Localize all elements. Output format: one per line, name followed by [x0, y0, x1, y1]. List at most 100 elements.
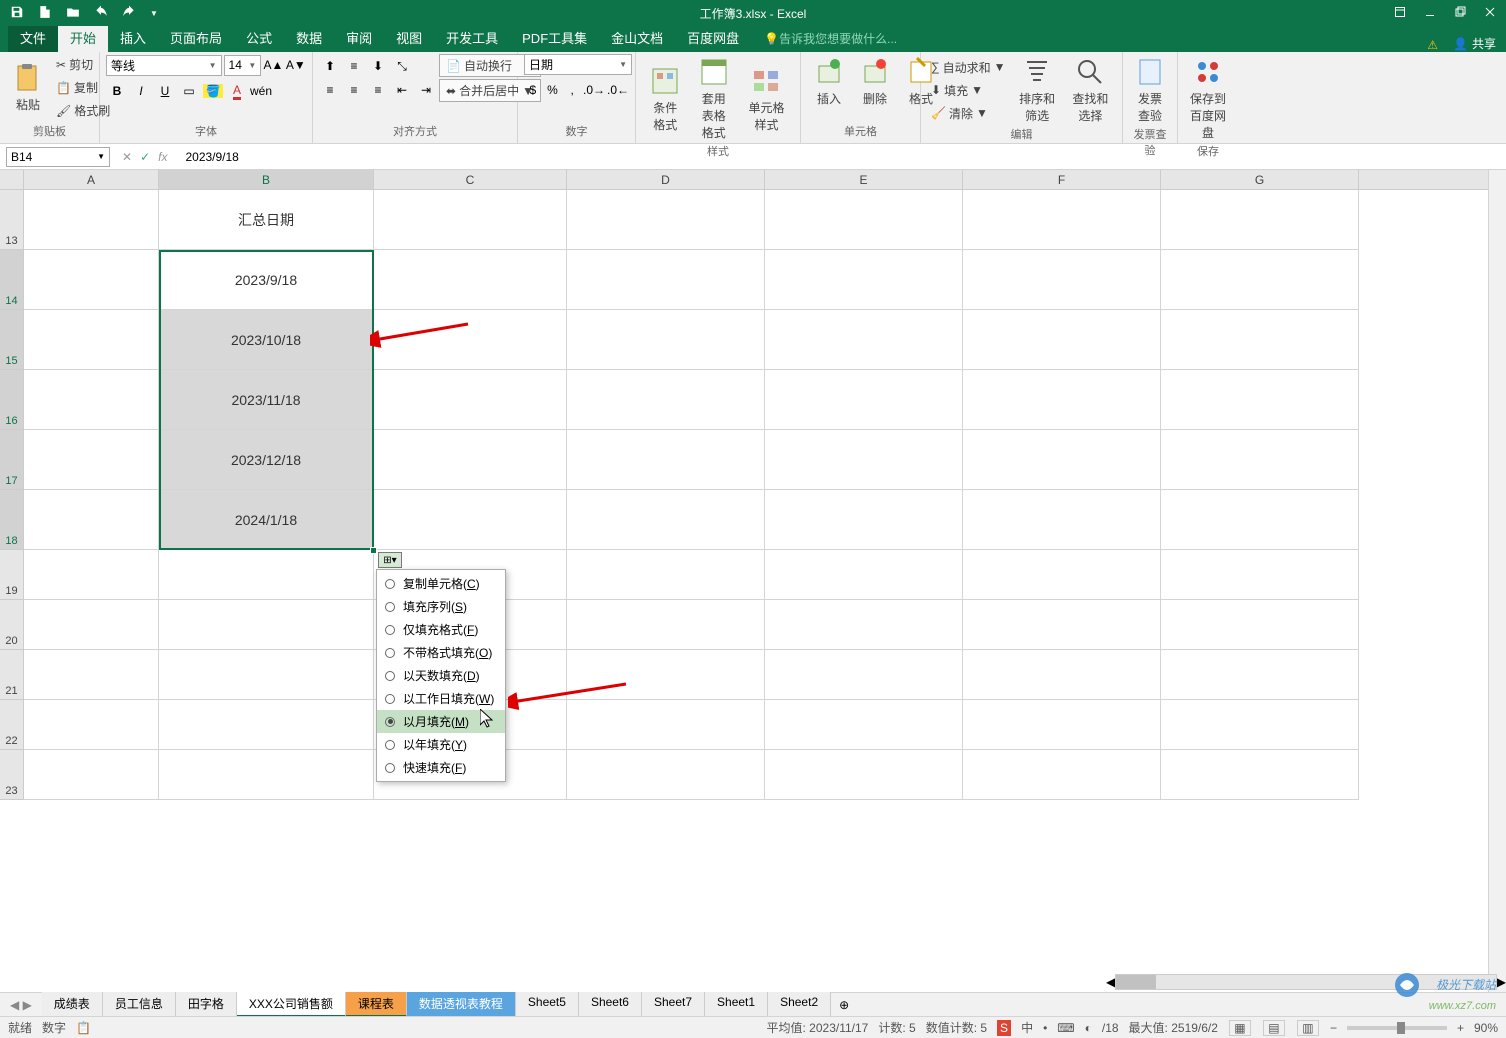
ribbon-options-icon[interactable] [1394, 6, 1406, 21]
tab-layout[interactable]: 页面布局 [158, 23, 234, 52]
sheet-tab[interactable]: XXX公司销售额 [237, 992, 346, 1017]
fill-handle[interactable] [370, 547, 377, 554]
insert-cells-button[interactable]: 插入 [807, 54, 851, 109]
cell-B15[interactable]: 2023/10/18 [159, 310, 374, 370]
sheet-tab[interactable]: Sheet5 [516, 992, 579, 1017]
underline-button[interactable]: U [154, 80, 176, 102]
paste-button[interactable]: 粘贴 [6, 60, 50, 115]
row-header[interactable]: 16 [0, 370, 24, 430]
row-header[interactable]: 15 [0, 310, 24, 370]
tab-review[interactable]: 审阅 [334, 23, 384, 52]
number-format-combo[interactable]: 日期▼ [524, 54, 632, 75]
fx-icon[interactable]: fx [158, 150, 167, 164]
row-header[interactable]: 18 [0, 490, 24, 550]
zoom-slider[interactable] [1347, 1026, 1447, 1030]
row-header[interactable]: 14 [0, 250, 24, 310]
cell-B18[interactable]: 2024/1/18 [159, 490, 374, 550]
row-header[interactable]: 17 [0, 430, 24, 490]
cell-B13[interactable]: 汇总日期 [159, 190, 374, 250]
tab-wps[interactable]: 金山文档 [599, 23, 675, 52]
tab-view[interactable]: 视图 [384, 23, 434, 52]
conditional-format-button[interactable]: 条件格式 [642, 63, 688, 135]
sheet-tab[interactable]: 数据透视表教程 [407, 992, 516, 1017]
zoom-in-button[interactable]: + [1457, 1021, 1464, 1035]
new-icon[interactable] [38, 5, 52, 22]
ime-keyboard-icon[interactable]: ⌨ [1057, 1021, 1074, 1035]
comma-icon[interactable]: , [563, 79, 581, 101]
cell-B17[interactable]: 2023/12/18 [159, 430, 374, 490]
table-format-button[interactable]: 套用 表格格式 [690, 54, 736, 143]
minimize-icon[interactable] [1424, 6, 1436, 21]
tab-formulas[interactable]: 公式 [234, 23, 284, 52]
tell-me-box[interactable]: 💡 告诉我您想要做什么... [759, 25, 902, 52]
baidu-save-button[interactable]: 保存到 百度网盘 [1184, 54, 1232, 143]
enter-formula-icon[interactable]: ✓ [140, 150, 150, 164]
align-bottom-icon[interactable]: ⬇ [367, 55, 389, 77]
tab-developer[interactable]: 开发工具 [434, 23, 510, 52]
align-left-icon[interactable]: ≡ [319, 79, 341, 101]
sort-filter-button[interactable]: 排序和筛选 [1011, 54, 1062, 126]
sheet-tab[interactable]: 成绩表 [42, 992, 103, 1017]
row-header[interactable]: 22 [0, 700, 24, 750]
italic-button[interactable]: I [130, 80, 152, 102]
col-header-B[interactable]: B [159, 170, 374, 189]
sheet-nav[interactable]: ◀ ▶ [0, 998, 42, 1012]
share-button[interactable]: 👤 共享 [1453, 35, 1496, 52]
fill-button[interactable]: ⬇ 填充 ▼ [927, 80, 1009, 101]
open-icon[interactable] [66, 5, 80, 22]
clear-button[interactable]: 🧹 清除 ▼ [927, 103, 1009, 124]
col-header-D[interactable]: D [567, 170, 765, 189]
autofill-option-Y[interactable]: 以年填充(Y) [377, 733, 505, 756]
currency-icon[interactable]: $ [524, 79, 542, 101]
percent-icon[interactable]: % [544, 79, 562, 101]
row-header[interactable]: 21 [0, 650, 24, 700]
tab-file[interactable]: 文件 [8, 23, 58, 52]
row-header[interactable]: 20 [0, 600, 24, 650]
phonetic-button[interactable]: wén [250, 80, 272, 102]
col-header-G[interactable]: G [1161, 170, 1359, 189]
formula-input[interactable]: 2023/9/18 [177, 150, 1506, 164]
sheet-tab[interactable]: 员工信息 [103, 992, 176, 1017]
restore-icon[interactable] [1454, 6, 1466, 21]
zoom-out-button[interactable]: − [1330, 1021, 1337, 1035]
save-icon[interactable] [10, 5, 24, 22]
font-name-combo[interactable]: 等线▼ [106, 55, 222, 76]
bold-button[interactable]: B [106, 80, 128, 102]
cancel-formula-icon[interactable]: ✕ [122, 150, 132, 164]
autofill-option-F[interactable]: 快速填充(F) [377, 756, 505, 779]
sheet-tab[interactable]: Sheet7 [642, 992, 705, 1017]
autofill-options-button[interactable]: ⊞▾ [378, 552, 402, 568]
qat-dropdown-icon[interactable]: ▼ [150, 9, 158, 18]
font-size-combo[interactable]: 14▼ [224, 55, 262, 76]
row-header[interactable]: 19 [0, 550, 24, 600]
cell-B16[interactable]: 2023/11/18 [159, 370, 374, 430]
page-layout-view-button[interactable]: ▤ [1263, 1020, 1285, 1036]
tab-insert[interactable]: 插入 [108, 23, 158, 52]
name-box[interactable]: B14▼ [6, 147, 110, 167]
sheet-tab[interactable]: Sheet6 [579, 992, 642, 1017]
align-top-icon[interactable]: ⬆ [319, 55, 341, 77]
autofill-option-F[interactable]: 仅填充格式(F) [377, 618, 505, 641]
autofill-option-W[interactable]: 以工作日填充(W) [377, 687, 505, 710]
ime-indicator-icon[interactable]: S [997, 1020, 1011, 1036]
autofill-option-O[interactable]: 不带格式填充(O) [377, 641, 505, 664]
find-select-button[interactable]: 查找和选择 [1065, 54, 1116, 126]
increase-font-icon[interactable]: A▲ [263, 54, 283, 76]
increase-indent-icon[interactable]: ⇥ [415, 79, 437, 101]
page-break-view-button[interactable]: ▥ [1297, 1020, 1319, 1036]
ime-shape-icon[interactable]: ◐ [1085, 1021, 1092, 1035]
sheet-tab[interactable]: Sheet1 [705, 992, 768, 1017]
ime-cn-icon[interactable]: 中 [1021, 1019, 1033, 1036]
autofill-option-D[interactable]: 以天数填充(D) [377, 664, 505, 687]
select-all-corner[interactable] [0, 170, 24, 189]
align-middle-icon[interactable]: ≡ [343, 55, 365, 77]
sheet-tab[interactable]: 课程表 [346, 992, 407, 1017]
cell-styles-button[interactable]: 单元格样式 [739, 63, 794, 135]
warning-icon[interactable]: ⚠ [1427, 38, 1438, 52]
increase-decimal-icon[interactable]: .0→ [583, 79, 605, 101]
close-icon[interactable] [1484, 6, 1496, 21]
delete-cells-button[interactable]: 删除 [853, 54, 897, 109]
undo-icon[interactable] [94, 5, 108, 22]
tab-pdf[interactable]: PDF工具集 [510, 23, 599, 52]
decrease-decimal-icon[interactable]: .0← [607, 79, 629, 101]
